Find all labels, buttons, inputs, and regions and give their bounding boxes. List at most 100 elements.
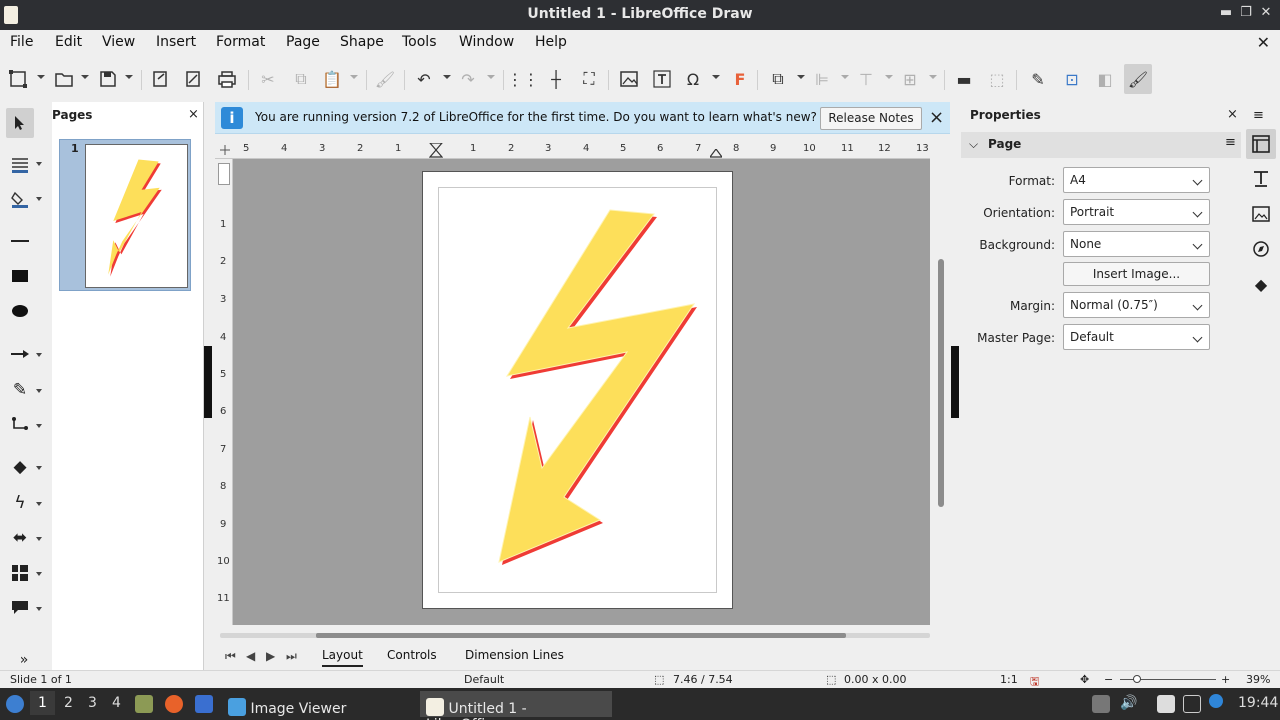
insert-image-icon[interactable] [617, 67, 641, 91]
clone-formatting-icon[interactable]: 🖌 [373, 67, 397, 91]
align-dropdown-arrow[interactable] [841, 75, 849, 79]
properties-deck-icon[interactable] [1246, 129, 1276, 159]
arrange-icon[interactable]: ⊤ [854, 67, 878, 91]
special-character-icon[interactable]: Ω [681, 67, 705, 91]
drawing-canvas[interactable] [233, 159, 930, 625]
format-select[interactable]: A4 [1063, 167, 1210, 193]
redo-icon[interactable]: ↷ [456, 67, 480, 91]
points-icon[interactable]: ✎ [1026, 67, 1050, 91]
arrange-dropdown-arrow[interactable] [885, 75, 893, 79]
menu-file[interactable]: File [10, 34, 33, 50]
menu-help[interactable]: Help [535, 34, 567, 50]
firefox-icon[interactable] [165, 695, 183, 713]
workspace-1[interactable]: 1 [30, 691, 55, 715]
special-character-dropdown-arrow[interactable] [712, 75, 720, 79]
lines-arrows-icon[interactable] [6, 342, 34, 366]
menu-insert[interactable]: Insert [156, 34, 196, 50]
tray-clipboard-icon[interactable] [1157, 695, 1175, 713]
callouts-dropdown-arrow[interactable] [36, 607, 42, 611]
shapes-deck-icon[interactable]: ◆ [1246, 269, 1276, 299]
workspace-3[interactable]: 3 [88, 695, 97, 711]
flowchart-dropdown-arrow[interactable] [36, 572, 42, 576]
export-icon[interactable] [148, 67, 172, 91]
pages-pane-close-icon[interactable]: × [188, 107, 199, 122]
helplines-icon[interactable]: ┼ [544, 67, 568, 91]
line-color-dropdown-arrow[interactable] [36, 162, 42, 166]
lightning-bolt-shape[interactable] [423, 172, 732, 608]
close-document-icon[interactable]: ✕ [1257, 33, 1270, 52]
menu-view[interactable]: View [102, 34, 135, 50]
last-page-icon[interactable]: ⏭ [286, 649, 297, 664]
tray-display-icon[interactable] [1183, 695, 1201, 713]
basic-shapes-dropdown-arrow[interactable] [36, 466, 42, 470]
save-icon[interactable] [96, 67, 120, 91]
horizontal-ruler[interactable]: 5 4 3 2 1 1 2 3 4 5 6 7 8 9 10 11 12 13 [215, 141, 930, 159]
menu-tools[interactable]: Tools [402, 34, 437, 50]
workspace-2[interactable]: 2 [64, 695, 73, 711]
volume-icon[interactable]: 🔊 [1120, 695, 1137, 711]
horizontal-scrollbar[interactable] [220, 630, 930, 640]
distribute-dropdown-arrow[interactable] [929, 75, 937, 79]
tab-dimension-lines[interactable]: Dimension Lines [465, 648, 564, 662]
zoom-percentage[interactable]: 39% [1246, 673, 1270, 686]
deck-menu-icon[interactable]: ≡ [1253, 108, 1264, 123]
glue-points-icon[interactable]: ⊡ [1060, 67, 1084, 91]
zoom-page-icon[interactable]: ⛶ [577, 67, 601, 91]
line-color-icon[interactable] [6, 152, 34, 176]
task-libreoffice-draw[interactable]: Untitled 1 - LibreOffic... [420, 691, 612, 720]
block-arrows-dropdown-arrow[interactable] [36, 537, 42, 541]
menu-window[interactable]: Window [459, 34, 514, 50]
open-dropdown-arrow[interactable] [81, 75, 89, 79]
connectors-icon[interactable] [6, 413, 34, 437]
transformations-dropdown-arrow[interactable] [797, 75, 805, 79]
basic-shapes-icon[interactable]: ◆ [6, 455, 34, 479]
insert-image-button[interactable]: Insert Image... [1063, 262, 1210, 286]
page-thumbnail[interactable]: 1 [59, 139, 191, 291]
cut-icon[interactable]: ✂ [256, 67, 280, 91]
tray-notification-icon[interactable] [1209, 694, 1223, 708]
zoom-slider-handle[interactable] [1133, 675, 1141, 683]
symbol-shapes-icon[interactable]: ϟ [6, 491, 34, 515]
left-indent-marker[interactable] [429, 143, 443, 159]
fit-page-icon[interactable]: ✥ [1080, 673, 1089, 686]
zoom-in-icon[interactable]: + [1221, 673, 1230, 686]
align-objects-icon[interactable]: ⊫ [810, 67, 834, 91]
vertical-scrollbar[interactable] [936, 159, 946, 625]
block-arrows-icon[interactable]: ⬌ [6, 526, 34, 550]
prev-page-icon[interactable]: ◀ [246, 649, 255, 663]
paste-dropdown-arrow[interactable] [350, 75, 358, 79]
fill-color-icon[interactable] [6, 187, 34, 211]
menu-format[interactable]: Format [216, 34, 265, 50]
vertical-ruler[interactable]: 1 2 3 4 5 6 7 8 9 10 11 [215, 159, 233, 625]
menu-edit[interactable]: Edit [55, 34, 82, 50]
menu-page[interactable]: Page [286, 34, 320, 50]
export-pdf-icon[interactable] [181, 67, 205, 91]
maximize-button[interactable]: ❐ [1238, 5, 1254, 23]
pages-pane-grab-handle[interactable] [204, 346, 212, 418]
lines-arrows-dropdown-arrow[interactable] [36, 353, 42, 357]
distribute-icon[interactable]: ⊞ [898, 67, 922, 91]
insert-textbox-icon[interactable] [650, 67, 674, 91]
extrusion-icon[interactable]: ◧ [1093, 67, 1117, 91]
select-arrow-icon[interactable] [6, 108, 34, 138]
gallery-deck-icon[interactable] [1246, 199, 1276, 229]
copy-icon[interactable]: ⧉ [289, 67, 313, 91]
curves-polygons-icon[interactable]: ✎ [6, 378, 34, 402]
page-panel-header[interactable]: ⌵ Page ≡ [961, 132, 1241, 158]
connectors-dropdown-arrow[interactable] [36, 424, 42, 428]
navigator-deck-icon[interactable] [1246, 234, 1276, 264]
release-notes-button[interactable]: Release Notes [820, 107, 922, 130]
right-indent-marker[interactable] [710, 149, 722, 159]
print-icon[interactable] [215, 67, 239, 91]
sidebar-grab-handle[interactable] [951, 346, 959, 418]
undo-icon[interactable]: ↶ [412, 67, 436, 91]
menu-shape[interactable]: Shape [340, 34, 384, 50]
collapse-chevron-icon[interactable]: ⌵ [969, 137, 978, 152]
drawing-page[interactable] [422, 171, 733, 609]
rectangle-tool-icon[interactable] [6, 264, 34, 288]
start-menu-icon[interactable] [6, 695, 24, 713]
paste-icon[interactable]: 📋 [320, 67, 344, 91]
background-select[interactable]: None [1063, 231, 1210, 257]
line-tool-icon[interactable] [6, 229, 34, 253]
curves-dropdown-arrow[interactable] [36, 389, 42, 393]
